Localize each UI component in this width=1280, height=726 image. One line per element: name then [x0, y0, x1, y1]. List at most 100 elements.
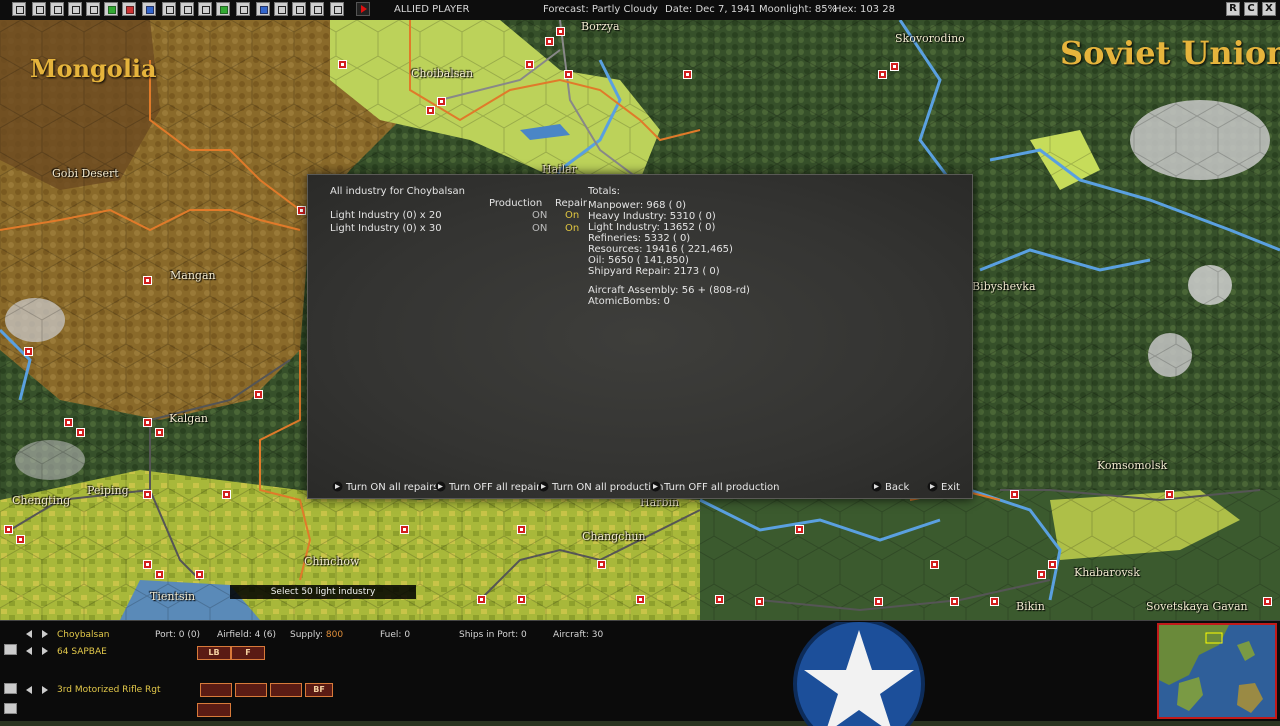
production-toggle[interactable]: ON: [532, 210, 547, 221]
toolbar-button-5[interactable]: [86, 2, 100, 16]
map-unit-marker[interactable]: [874, 597, 883, 606]
toolbar-button-10[interactable]: [180, 2, 194, 16]
map-unit-marker[interactable]: [564, 70, 573, 79]
toolbar-button-15[interactable]: [274, 2, 288, 16]
production-toggle[interactable]: ON: [532, 223, 547, 234]
arrow-right-icon: [332, 481, 343, 492]
map-unit-marker[interactable]: [795, 525, 804, 534]
map-unit-marker[interactable]: [1263, 597, 1272, 606]
map-unit-marker[interactable]: [426, 106, 435, 115]
map-unit-marker[interactable]: [878, 70, 887, 79]
map-unit-marker[interactable]: [1165, 490, 1174, 499]
map-unit-marker[interactable]: [517, 525, 526, 534]
next-air-unit-arrow-icon[interactable]: [42, 647, 48, 655]
map-unit-marker[interactable]: [556, 27, 565, 36]
toolbar-button-13[interactable]: [236, 2, 250, 16]
map-unit-marker[interactable]: [636, 595, 645, 604]
map-unit-marker[interactable]: [143, 418, 152, 427]
toolbar-button-3[interactable]: [50, 2, 64, 16]
turn-off-all-repairs-button[interactable]: Turn OFF all repairs: [435, 481, 545, 493]
map-unit-marker[interactable]: [1037, 570, 1046, 579]
base-force-unit-box[interactable]: BF: [305, 683, 333, 697]
map-unit-marker[interactable]: [400, 525, 409, 534]
turn-on-all-repairs-button[interactable]: Turn ON all repairs: [332, 481, 438, 493]
toolbar-button-6[interactable]: [104, 2, 118, 16]
toolbar-button-8[interactable]: [142, 2, 156, 16]
back-button[interactable]: Back: [871, 481, 909, 493]
map-unit-marker[interactable]: [517, 595, 526, 604]
map-unit-marker[interactable]: [990, 597, 999, 606]
toolbar-button-1[interactable]: [12, 2, 26, 16]
stack-icon[interactable]: [4, 703, 17, 714]
toolbar-button-16[interactable]: [292, 2, 306, 16]
bomber-unit-box[interactable]: LB: [197, 646, 231, 660]
air-unit-name[interactable]: 64 SAPBAE: [57, 647, 107, 657]
map-unit-marker[interactable]: [4, 525, 13, 534]
map-unit-marker[interactable]: [64, 418, 73, 427]
map-unit-marker[interactable]: [715, 595, 724, 604]
arrow-right-icon: [538, 481, 549, 492]
window-button-c[interactable]: C: [1244, 2, 1258, 16]
previous-base-arrow-icon[interactable]: [26, 630, 32, 638]
industry-row-name[interactable]: Light Industry (0) x 30: [330, 223, 442, 234]
next-ground-unit-arrow-icon[interactable]: [42, 686, 48, 694]
fighter-unit-box[interactable]: F: [231, 646, 265, 660]
ground-unit-icon[interactable]: [4, 683, 17, 694]
map-unit-marker[interactable]: [195, 570, 204, 579]
toolbar-button-2[interactable]: [32, 2, 46, 16]
base-name[interactable]: Choybalsan: [57, 630, 109, 640]
window-button-r[interactable]: R: [1226, 2, 1240, 16]
map-unit-marker[interactable]: [338, 60, 347, 69]
totals-header: Totals:: [588, 186, 620, 197]
map-unit-marker[interactable]: [525, 60, 534, 69]
toolbar-button-17[interactable]: [310, 2, 324, 16]
exit-button[interactable]: Exit: [927, 481, 960, 493]
toolbar-button-4[interactable]: [68, 2, 82, 16]
next-base-arrow-icon[interactable]: [42, 630, 48, 638]
turn-on-all-production-button[interactable]: Turn ON all production: [538, 481, 663, 493]
industry-row-name[interactable]: Light Industry (0) x 20: [330, 210, 442, 221]
map-unit-marker[interactable]: [143, 276, 152, 285]
map-unit-marker[interactable]: [155, 428, 164, 437]
cavalry-unit-box[interactable]: [235, 683, 267, 697]
map-unit-marker[interactable]: [24, 347, 33, 356]
map-unit-marker[interactable]: [297, 206, 306, 215]
toolbar-button-12[interactable]: [216, 2, 230, 16]
toolbar-button-7[interactable]: [122, 2, 136, 16]
air-group-icon[interactable]: [4, 644, 17, 655]
toolbar-button-14[interactable]: [256, 2, 270, 16]
map-unit-marker[interactable]: [1010, 490, 1019, 499]
map-unit-marker[interactable]: [1048, 560, 1057, 569]
map-unit-marker[interactable]: [76, 428, 85, 437]
end-turn-play-icon[interactable]: [356, 2, 370, 16]
close-window-button[interactable]: X: [1262, 2, 1276, 16]
map-unit-marker[interactable]: [597, 560, 606, 569]
map-unit-marker[interactable]: [477, 595, 486, 604]
map-unit-marker[interactable]: [755, 597, 764, 606]
artillery-unit-box[interactable]: [270, 683, 302, 697]
toolbar-button-9[interactable]: [162, 2, 176, 16]
turn-off-all-production-button[interactable]: Turn OFF all production: [650, 481, 780, 493]
repair-toggle[interactable]: On: [565, 223, 579, 234]
map-unit-marker[interactable]: [545, 37, 554, 46]
map-unit-marker[interactable]: [950, 597, 959, 606]
map-unit-marker[interactable]: [437, 97, 446, 106]
ground-unit-name[interactable]: 3rd Motorized Rifle Rgt: [57, 685, 161, 695]
map-unit-marker[interactable]: [143, 560, 152, 569]
map-unit-marker[interactable]: [222, 490, 231, 499]
repair-toggle[interactable]: On: [565, 210, 579, 221]
map-unit-marker[interactable]: [930, 560, 939, 569]
map-unit-marker[interactable]: [683, 70, 692, 79]
minimap[interactable]: [1157, 623, 1277, 719]
toolbar-button-18[interactable]: [330, 2, 344, 16]
industry-unit-box[interactable]: [197, 703, 231, 717]
map-unit-marker[interactable]: [890, 62, 899, 71]
toolbar-button-11[interactable]: [198, 2, 212, 16]
map-unit-marker[interactable]: [155, 570, 164, 579]
map-unit-marker[interactable]: [16, 535, 25, 544]
previous-ground-unit-arrow-icon[interactable]: [26, 686, 32, 694]
previous-air-unit-arrow-icon[interactable]: [26, 647, 32, 655]
infantry-unit-box[interactable]: [200, 683, 232, 697]
map-unit-marker[interactable]: [254, 390, 263, 399]
map-unit-marker[interactable]: [143, 490, 152, 499]
